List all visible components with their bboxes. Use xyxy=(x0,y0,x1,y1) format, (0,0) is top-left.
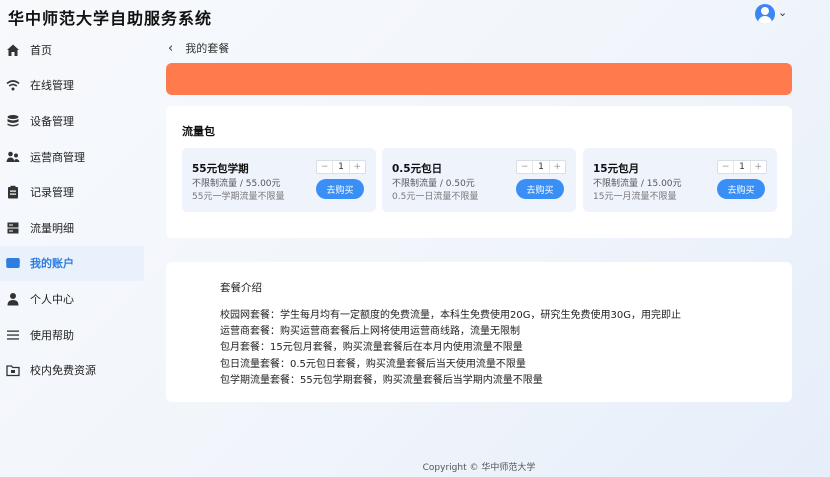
sidebar-item-label: 我的账户 xyxy=(30,257,74,271)
sidebar-item-online[interactable]: 在线管理 xyxy=(0,68,144,104)
intro-card: 套餐介绍 校园网套餐：学生每月均有一定额度的免费流量，本科生免费使用20G，研究… xyxy=(166,262,792,402)
quantity-stepper: − 1 + xyxy=(516,160,566,174)
pack-price: 不限制流量 / 0.50元 xyxy=(392,179,475,189)
plus-button[interactable]: + xyxy=(751,161,766,173)
sidebar-item-free-resources[interactable]: 校内免费资源 xyxy=(0,352,144,388)
notice-banner xyxy=(166,63,792,95)
sidebar-item-label: 运营商管理 xyxy=(30,150,85,164)
minus-button[interactable]: − xyxy=(517,161,532,173)
section-title: 流量包 xyxy=(182,125,215,138)
menu-icon xyxy=(6,328,20,342)
intro-line: 运营商套餐：购买运营商套餐后上网将使用运营商线路，流量无限制 xyxy=(220,326,520,338)
sidebar-item-home[interactable]: 首页 xyxy=(0,32,144,68)
intro-line: 包学期流量套餐：55元包学期套餐，购买流量套餐后当学期内流量不限量 xyxy=(220,374,543,386)
pack-name: 15元包月 xyxy=(593,163,640,175)
footer-copyright: Copyright © 华中师范大学 xyxy=(422,463,536,473)
sidebar-item-label: 使用帮助 xyxy=(30,328,74,342)
minus-button[interactable]: − xyxy=(718,161,733,173)
pack-name: 55元包学期 xyxy=(192,163,249,175)
sidebar-item-label: 在线管理 xyxy=(30,79,74,93)
users-icon xyxy=(6,150,20,164)
app-title: 华中师范大学自助服务系统 xyxy=(8,9,213,28)
packs-card: 流量包 55元包学期 不限制流量 / 55.00元 55元一学期流量不限量 − … xyxy=(166,106,792,238)
intro-line: 校园网套餐：学生每月均有一定额度的免费流量，本科生免费使用20G，研究生免费使用… xyxy=(220,310,681,321)
intro-title: 套餐介绍 xyxy=(220,282,262,294)
pack-card: 55元包学期 不限制流量 / 55.00元 55元一学期流量不限量 − 1 + … xyxy=(182,148,376,212)
sidebar-item-devices[interactable]: 设备管理 xyxy=(0,103,144,139)
minus-button[interactable]: − xyxy=(317,161,332,173)
sidebar-item-operators[interactable]: 运营商管理 xyxy=(0,139,144,175)
page-title: 我的套餐 xyxy=(185,42,230,55)
sidebar-item-traffic[interactable]: 流量明细 xyxy=(0,210,144,246)
pack-desc: 15元一月流量不限量 xyxy=(593,192,677,202)
quantity-value[interactable]: 1 xyxy=(532,161,550,173)
sidebar-item-label: 设备管理 xyxy=(30,114,74,128)
pack-desc: 0.5元一日流量不限量 xyxy=(392,192,479,202)
pack-desc: 55元一学期流量不限量 xyxy=(192,192,285,202)
top-bar: 华中师范大学自助服务系统 ⌄ xyxy=(0,0,830,30)
intro-line: 包月套餐：15元包月套餐，购买流量套餐后在本月内使用流量不限量 xyxy=(220,342,523,354)
plus-button[interactable]: + xyxy=(550,161,565,173)
home-icon xyxy=(6,43,20,57)
avatar[interactable] xyxy=(755,4,775,24)
sidebar-item-label: 个人中心 xyxy=(30,292,74,306)
sidebar-item-account[interactable]: 我的账户 xyxy=(0,245,144,282)
quantity-stepper: − 1 + xyxy=(717,160,767,174)
sidebar-item-label: 首页 xyxy=(30,43,52,57)
sidebar-item-label: 记录管理 xyxy=(30,186,74,200)
pack-card: 0.5元包日 不限制流量 / 0.50元 0.5元一日流量不限量 − 1 + 去… xyxy=(382,148,576,212)
intro-line: 包日流量套餐：0.5元包日套餐，购买流量套餐后当天使用流量不限量 xyxy=(220,358,526,370)
sidebar-item-profile[interactable]: 个人中心 xyxy=(0,281,144,317)
user-icon xyxy=(6,292,20,306)
plus-button[interactable]: + xyxy=(350,161,365,173)
buy-button[interactable]: 去购买 xyxy=(316,179,364,199)
database-icon xyxy=(6,114,20,128)
buy-button[interactable]: 去购买 xyxy=(717,179,765,199)
chevron-down-icon[interactable]: ⌄ xyxy=(778,6,787,19)
card-icon xyxy=(6,256,20,270)
sidebar-item-label: 流量明细 xyxy=(30,221,74,235)
pack-price: 不限制流量 / 15.00元 xyxy=(593,179,682,189)
pack-card: 15元包月 不限制流量 / 15.00元 15元一月流量不限量 − 1 + 去购… xyxy=(583,148,777,212)
sidebar: 首页 在线管理 设备管理 运营商管理 记录管理 流量明细 我的账户 个人中心 使… xyxy=(0,32,144,388)
wifi-icon xyxy=(6,78,20,92)
buy-button[interactable]: 去购买 xyxy=(516,179,564,199)
clipboard-icon xyxy=(6,185,20,199)
sidebar-item-help[interactable]: 使用帮助 xyxy=(0,317,144,353)
pack-name: 0.5元包日 xyxy=(392,163,443,175)
folder-icon xyxy=(6,363,20,377)
breadcrumb: ‹ 我的套餐 xyxy=(168,40,229,56)
chevron-left-icon[interactable]: ‹ xyxy=(168,41,173,56)
server-icon xyxy=(6,221,20,235)
sidebar-item-label: 校内免费资源 xyxy=(30,364,96,378)
quantity-value[interactable]: 1 xyxy=(733,161,751,173)
pack-price: 不限制流量 / 55.00元 xyxy=(192,179,281,189)
sidebar-item-records[interactable]: 记录管理 xyxy=(0,174,144,210)
quantity-value[interactable]: 1 xyxy=(332,161,350,173)
quantity-stepper: − 1 + xyxy=(316,160,366,174)
intro-text: 校园网套餐：学生每月均有一定额度的免费流量，本科生免费使用20G，研究生免费使用… xyxy=(220,308,681,389)
